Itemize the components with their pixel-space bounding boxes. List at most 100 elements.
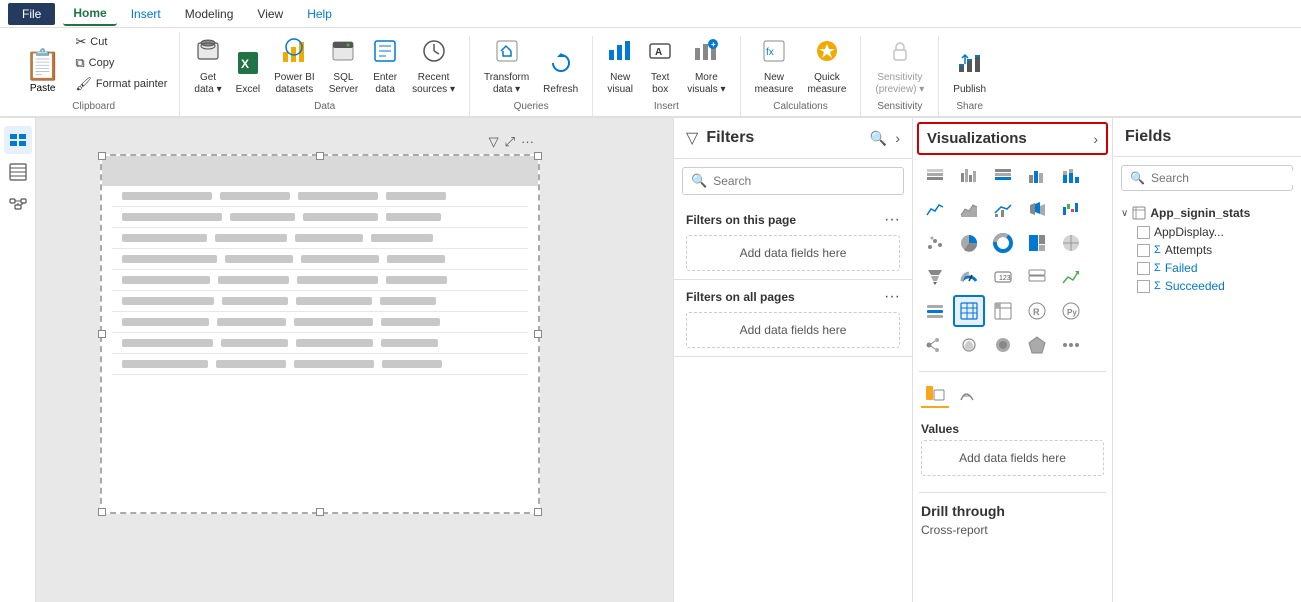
resize-handle-l[interactable]: [98, 330, 106, 338]
fields-field-attempts[interactable]: Σ Attempts: [1121, 241, 1293, 259]
viz-ai-insights[interactable]: [953, 329, 985, 361]
fields-field-succeeded[interactable]: Σ Succeeded: [1121, 277, 1293, 295]
filters-expand-icon[interactable]: ›: [895, 130, 900, 147]
resize-handle-br[interactable]: [534, 508, 542, 516]
new-visual-button[interactable]: Newvisual: [601, 36, 639, 98]
resize-handle-bl[interactable]: [98, 508, 106, 516]
viz-donut[interactable]: [987, 227, 1019, 259]
paste-button[interactable]: 📋 Paste: [16, 44, 69, 98]
fields-search-input[interactable]: [1151, 171, 1301, 185]
viz-100-bar[interactable]: [987, 159, 1019, 191]
viz-more-options[interactable]: [1055, 329, 1087, 361]
modeling-menu[interactable]: Modeling: [175, 3, 244, 25]
enter-data-button[interactable]: Enterdata: [366, 36, 404, 98]
publish-button[interactable]: Publish: [947, 48, 992, 98]
copy-button[interactable]: ⧉ Copy: [71, 53, 171, 73]
viz-slicer[interactable]: [919, 295, 951, 327]
viz-pie[interactable]: [953, 227, 985, 259]
resize-handle-b[interactable]: [316, 508, 324, 516]
viz-filled-map[interactable]: [987, 329, 1019, 361]
fields-checkbox-attempts[interactable]: [1137, 244, 1150, 257]
filters-search-icon[interactable]: 🔍: [870, 130, 887, 147]
more-visuals-button[interactable]: + Morevisuals ▾: [681, 36, 731, 98]
new-measure-button[interactable]: fx Newmeasure: [749, 36, 800, 98]
model-view-icon[interactable]: [4, 190, 32, 218]
report-view-icon[interactable]: [4, 126, 32, 154]
insert-menu[interactable]: Insert: [121, 3, 171, 25]
viz-ribbon[interactable]: [1021, 193, 1053, 225]
resize-handle-t[interactable]: [316, 152, 324, 160]
quick-measure-button[interactable]: Quickmeasure: [801, 36, 852, 98]
visual-more-icon[interactable]: ···: [521, 134, 534, 150]
view-menu[interactable]: View: [247, 3, 293, 25]
viz-expand-icon[interactable]: ›: [1093, 131, 1098, 147]
viz-gauge[interactable]: [953, 261, 985, 293]
values-add-fields[interactable]: Add data fields here: [921, 440, 1104, 476]
canvas-visual[interactable]: ▽ ⤢ ···: [100, 154, 540, 514]
get-data-button[interactable]: Getdata ▾: [188, 36, 227, 98]
viz-r-script[interactable]: R: [1021, 295, 1053, 327]
fields-checkbox-succeeded[interactable]: [1137, 280, 1150, 293]
format-tab-icon[interactable]: [953, 380, 981, 408]
viz-map[interactable]: [1055, 227, 1087, 259]
excel-button[interactable]: X Excel: [230, 48, 266, 98]
filters-search-input[interactable]: [713, 174, 895, 188]
help-menu[interactable]: Help: [297, 3, 342, 25]
viz-clustered-bar[interactable]: [953, 159, 985, 191]
viz-stacked-bar[interactable]: [919, 159, 951, 191]
power-bi-datasets-button[interactable]: Power BIdatasets: [268, 36, 321, 98]
cut-button[interactable]: ✂ Cut: [71, 32, 171, 52]
more-visuals-icon: +: [693, 38, 719, 70]
viz-kpi[interactable]: [1055, 261, 1087, 293]
viz-line[interactable]: [919, 193, 951, 225]
sensitivity-button[interactable]: Sensitivity(preview) ▾: [869, 36, 930, 98]
refresh-button[interactable]: Refresh: [537, 48, 584, 98]
filters-search-box[interactable]: 🔍: [682, 167, 904, 195]
file-menu[interactable]: File: [8, 3, 55, 25]
insert-group: Newvisual A Textbox + Morevisuals ▾: [593, 36, 740, 116]
recent-sources-button[interactable]: Recentsources ▾: [406, 36, 461, 98]
resize-handle-tr[interactable]: [534, 152, 542, 160]
fields-field-failed[interactable]: Σ Failed: [1121, 259, 1293, 277]
viz-multi-row-card[interactable]: [1021, 261, 1053, 293]
sql-server-button[interactable]: SQLServer: [323, 36, 364, 98]
power-bi-datasets-label: Power BIdatasets: [274, 72, 315, 96]
fields-checkbox-appdisplay[interactable]: [1137, 226, 1150, 239]
fields-field-name-succeeded: Succeeded: [1165, 279, 1293, 293]
viz-area[interactable]: [953, 193, 985, 225]
resize-handle-r[interactable]: [534, 330, 542, 338]
viz-matrix[interactable]: [987, 295, 1019, 327]
viz-waterfall[interactable]: [1055, 193, 1087, 225]
filters-all-pages-more[interactable]: ···: [884, 288, 900, 306]
filters-all-pages-add[interactable]: Add data fields here: [686, 312, 900, 348]
fields-field-appdisplay[interactable]: AppDisplay...: [1121, 223, 1293, 241]
visual-focus-icon[interactable]: ⤢: [505, 134, 515, 150]
new-measure-icon: fx: [761, 38, 787, 70]
fields-table-app-signin[interactable]: ∨ App_signin_stats: [1121, 203, 1293, 223]
fields-search-box[interactable]: 🔍: [1121, 165, 1293, 191]
home-menu[interactable]: Home: [63, 2, 116, 26]
viz-python[interactable]: Py: [1055, 295, 1087, 327]
viz-card[interactable]: 123: [987, 261, 1019, 293]
viz-treemap[interactable]: [1021, 227, 1053, 259]
viz-scatter[interactable]: [919, 227, 951, 259]
filters-on-page-more[interactable]: ···: [884, 211, 900, 229]
build-tab-icon[interactable]: [921, 380, 949, 408]
filters-on-page-add[interactable]: Add data fields here: [686, 235, 900, 271]
visual-filter-icon[interactable]: ▽: [489, 134, 499, 150]
resize-handle-tl[interactable]: [98, 152, 106, 160]
format-painter-button[interactable]: 🖌 Format painter: [71, 74, 171, 94]
viz-line-clustered[interactable]: [987, 193, 1019, 225]
viz-funnel[interactable]: [919, 261, 951, 293]
viz-clustered-column[interactable]: [1021, 159, 1053, 191]
viz-stacked-column[interactable]: [1055, 159, 1087, 191]
viz-decomp-tree[interactable]: [919, 329, 951, 361]
row-cell: [122, 318, 209, 326]
viz-shape-map[interactable]: [1021, 329, 1053, 361]
row-cell: [222, 297, 288, 305]
text-box-button[interactable]: A Textbox: [641, 36, 679, 98]
transform-data-button[interactable]: Transformdata ▾: [478, 36, 535, 98]
fields-checkbox-failed[interactable]: [1137, 262, 1150, 275]
viz-table[interactable]: [953, 295, 985, 327]
data-view-icon[interactable]: [4, 158, 32, 186]
